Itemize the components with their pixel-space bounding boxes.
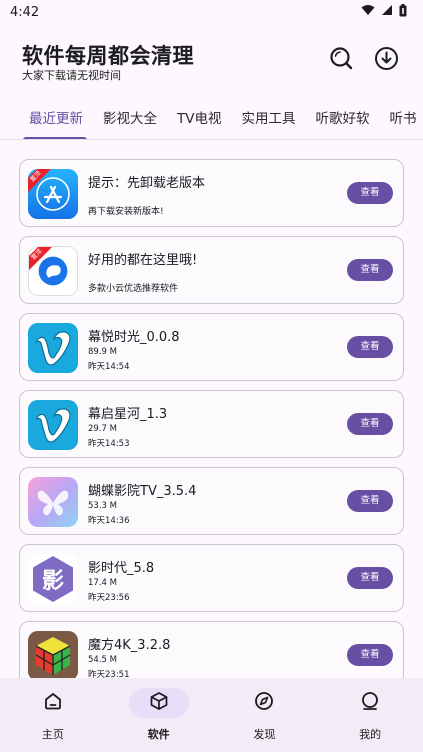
cloud-chat-icon: 置顶 bbox=[28, 246, 78, 296]
item-time: 昨天14:54 bbox=[88, 362, 130, 372]
item-size: 89.9 M bbox=[88, 347, 117, 357]
nav-item-home[interactable]: 主页 bbox=[0, 678, 106, 752]
nav-item-discover[interactable]: 发现 bbox=[212, 678, 318, 752]
page-subtitle: 大家下载请无视时间 bbox=[22, 69, 121, 82]
nav-label: 发现 bbox=[253, 728, 276, 741]
nav-item-mine[interactable]: 我的 bbox=[317, 678, 423, 752]
item-title: 魔方4K_3.2.8 bbox=[88, 638, 171, 653]
vimeo-icon bbox=[28, 400, 78, 450]
item-title: 提示：先卸载老版本 bbox=[88, 176, 206, 191]
item-title: 蝴蝶影院TV_3.5.4 bbox=[88, 484, 197, 499]
search-icon bbox=[329, 46, 353, 74]
app-list: 置顶 提示：先卸载老版本 再下载安装新版本! 查看 置顶 好用的都在这里哦! 多… bbox=[19, 159, 404, 678]
cube-icon bbox=[28, 631, 78, 678]
butterfly-icon bbox=[28, 477, 78, 527]
view-button[interactable]: 查看 bbox=[347, 413, 393, 435]
nav-label: 我的 bbox=[359, 728, 382, 741]
list-item[interactable]: 蝴蝶影院TV_3.5.4 53.3 M 昨天14:36 查看 bbox=[19, 467, 404, 535]
nav-item-software[interactable]: 软件 bbox=[106, 678, 212, 752]
nav-label: 软件 bbox=[147, 728, 170, 741]
item-subtitle: 多款小云优选推荐软件 bbox=[88, 284, 179, 294]
item-time: 昨天23:56 bbox=[88, 593, 130, 603]
box-icon bbox=[149, 691, 169, 715]
category-tabs: 最近更新 影视大全 TV电视 实用工具 听歌好软 听书 bbox=[0, 100, 423, 140]
compass-icon bbox=[254, 691, 274, 715]
tab-tools[interactable]: 实用工具 bbox=[231, 100, 305, 139]
wifi-icon bbox=[361, 4, 375, 20]
view-button[interactable]: 查看 bbox=[347, 490, 393, 512]
view-button[interactable]: 查看 bbox=[347, 567, 393, 589]
home-icon bbox=[43, 691, 63, 715]
item-size: 29.7 M bbox=[88, 424, 117, 434]
item-time: 昨天14:53 bbox=[88, 439, 130, 449]
list-item[interactable]: 魔方4K_3.2.8 54.5 M 昨天23:51 查看 bbox=[19, 621, 404, 678]
search-button[interactable] bbox=[327, 46, 355, 74]
tab-tv[interactable]: TV电视 bbox=[167, 100, 231, 139]
list-item[interactable]: 影 影时代_5.8 17.4 M 昨天23:56 查看 bbox=[19, 544, 404, 612]
vimeo-icon bbox=[28, 323, 78, 373]
app-header: 软件每周都会清理 大家下载请无视时间 bbox=[0, 30, 423, 90]
item-title: 影时代_5.8 bbox=[88, 561, 155, 576]
item-size: 54.5 M bbox=[88, 655, 117, 665]
tab-audiobook[interactable]: 听书 bbox=[379, 100, 423, 139]
list-item[interactable]: 幕悦时光_0.0.8 89.9 M 昨天14:54 查看 bbox=[19, 313, 404, 381]
item-title: 幕启星河_1.3 bbox=[88, 407, 168, 422]
item-time: 昨天23:51 bbox=[88, 670, 130, 678]
app-store-icon: 置顶 bbox=[28, 169, 78, 219]
view-button[interactable]: 查看 bbox=[347, 336, 393, 358]
nav-label: 主页 bbox=[41, 728, 64, 741]
list-item[interactable]: 置顶 好用的都在这里哦! 多款小云优选推荐软件 查看 bbox=[19, 236, 404, 304]
tab-movies[interactable]: 影视大全 bbox=[93, 100, 167, 139]
item-subtitle: 再下载安装新版本! bbox=[88, 207, 164, 217]
view-button[interactable]: 查看 bbox=[347, 644, 393, 666]
status-time: 4:42 bbox=[10, 4, 40, 20]
download-button[interactable] bbox=[372, 46, 400, 74]
list-item[interactable]: 幕启星河_1.3 29.7 M 昨天14:53 查看 bbox=[19, 390, 404, 458]
profile-icon bbox=[360, 691, 380, 715]
download-icon bbox=[374, 46, 399, 75]
item-title: 好用的都在这里哦! bbox=[88, 253, 198, 268]
status-bar: 4:42 bbox=[0, 0, 423, 24]
item-size: 53.3 M bbox=[88, 501, 117, 511]
view-button[interactable]: 查看 bbox=[347, 182, 393, 204]
item-time: 昨天14:36 bbox=[88, 516, 130, 526]
hexagon-ying-label: 影 bbox=[41, 569, 64, 594]
page-title: 软件每周都会清理 bbox=[22, 44, 194, 68]
hexagon-ying-icon: 影 bbox=[28, 554, 78, 604]
item-size: 17.4 M bbox=[88, 578, 117, 588]
bottom-navigation: 主页 软件 发现 我的 bbox=[0, 678, 423, 752]
item-title: 幕悦时光_0.0.8 bbox=[88, 330, 180, 345]
view-button[interactable]: 查看 bbox=[347, 259, 393, 281]
tab-recent[interactable]: 最近更新 bbox=[0, 100, 93, 139]
battery-icon bbox=[399, 3, 407, 21]
list-item[interactable]: 置顶 提示：先卸载老版本 再下载安装新版本! 查看 bbox=[19, 159, 404, 227]
tab-music[interactable]: 听歌好软 bbox=[305, 100, 379, 139]
signal-icon bbox=[381, 4, 393, 20]
